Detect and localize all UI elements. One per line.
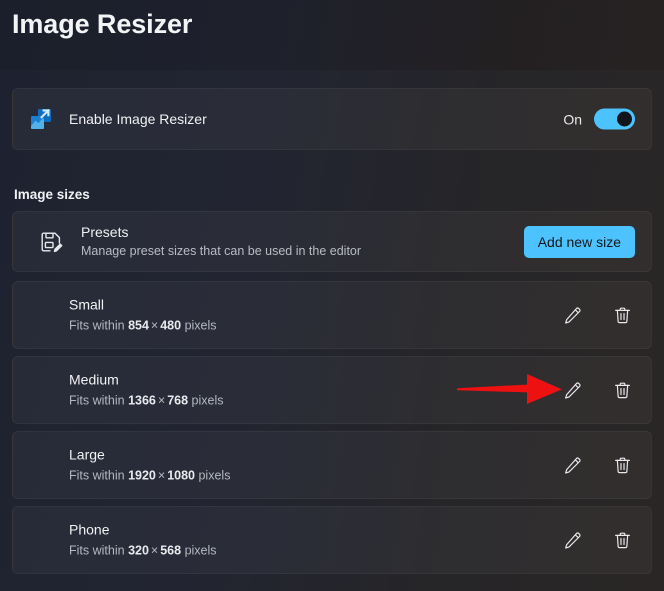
- preset-size-text-group: Medium Fits within 1366×768 pixels: [69, 371, 224, 410]
- presets-card: Presets Manage preset sizes that can be …: [12, 211, 652, 272]
- image-resizer-app-icon: [29, 107, 53, 131]
- enable-image-resizer-label: Enable Image Resizer: [69, 111, 207, 127]
- preset-size-text-group: Phone Fits within 320×568 pixels: [69, 521, 217, 560]
- preset-size-text-group: Small Fits within 854×480 pixels: [69, 296, 217, 335]
- preset-size-name: Medium: [69, 371, 224, 389]
- preset-size-row-small: Small Fits within 854×480 pixels: [12, 281, 652, 349]
- dimension-separator: ×: [156, 469, 167, 483]
- preset-height-value: 568: [160, 544, 181, 558]
- fits-within-label: Fits within: [69, 319, 125, 333]
- edit-preset-button-medium[interactable]: [557, 375, 587, 405]
- dimension-separator: ×: [149, 319, 160, 333]
- presets-subtitle: Manage preset sizes that can be used in …: [81, 243, 361, 260]
- toggle-state-label: On: [563, 111, 582, 127]
- edit-preset-button-large[interactable]: [557, 450, 587, 480]
- enable-image-resizer-card: Enable Image Resizer On: [12, 88, 652, 150]
- enable-image-resizer-toggle[interactable]: [594, 109, 635, 130]
- preset-size-name: Large: [69, 446, 230, 464]
- preset-height-value: 480: [160, 319, 181, 333]
- dimension-separator: ×: [156, 394, 167, 408]
- dimension-separator: ×: [149, 544, 160, 558]
- preset-size-dimensions: Fits within 1920×1080 pixels: [69, 467, 230, 485]
- pixels-label: pixels: [185, 544, 217, 558]
- preset-size-row-large: Large Fits within 1920×1080 pixels: [12, 431, 652, 499]
- preset-size-dimensions: Fits within 854×480 pixels: [69, 317, 217, 335]
- fits-within-label: Fits within: [69, 469, 125, 483]
- presets-text-group: Presets Manage preset sizes that can be …: [81, 224, 361, 260]
- preset-size-row-phone: Phone Fits within 320×568 pixels: [12, 506, 652, 574]
- preset-size-text-group: Large Fits within 1920×1080 pixels: [69, 446, 230, 485]
- delete-preset-button-small[interactable]: [607, 300, 637, 330]
- edit-preset-button-small[interactable]: [557, 300, 587, 330]
- save-edit-icon: [39, 230, 63, 254]
- preset-size-name: Phone: [69, 521, 217, 539]
- add-new-size-button[interactable]: Add new size: [524, 226, 635, 258]
- preset-width-value: 854: [128, 319, 149, 333]
- delete-preset-button-medium[interactable]: [607, 375, 637, 405]
- preset-size-name: Small: [69, 296, 217, 314]
- toggle-knob: [617, 112, 632, 127]
- enable-toggle-group: On: [563, 109, 635, 130]
- preset-row-actions: [557, 450, 637, 480]
- settings-content: Enable Image Resizer On Image sizes: [0, 70, 664, 591]
- pixels-label: pixels: [192, 394, 224, 408]
- preset-size-dimensions: Fits within 1366×768 pixels: [69, 392, 224, 410]
- preset-size-dimensions: Fits within 320×568 pixels: [69, 542, 217, 560]
- preset-row-actions: [557, 525, 637, 555]
- preset-width-value: 1366: [128, 394, 156, 408]
- pixels-label: pixels: [198, 469, 230, 483]
- fits-within-label: Fits within: [69, 544, 125, 558]
- preset-width-value: 1920: [128, 469, 156, 483]
- presets-title: Presets: [81, 224, 361, 241]
- pixels-label: pixels: [185, 319, 217, 333]
- edit-preset-button-phone[interactable]: [557, 525, 587, 555]
- delete-preset-button-phone[interactable]: [607, 525, 637, 555]
- preset-height-value: 768: [167, 394, 188, 408]
- preset-size-row-medium: Medium Fits within 1366×768 pixels: [12, 356, 652, 424]
- fits-within-label: Fits within: [69, 394, 125, 408]
- page-header: Image Resizer: [0, 0, 664, 70]
- preset-row-actions: [557, 375, 637, 405]
- delete-preset-button-large[interactable]: [607, 450, 637, 480]
- page-title: Image Resizer: [12, 9, 192, 40]
- preset-height-value: 1080: [167, 469, 195, 483]
- preset-width-value: 320: [128, 544, 149, 558]
- preset-row-actions: [557, 300, 637, 330]
- settings-page: Image Resizer Enable Image Resizer On: [0, 0, 664, 591]
- image-sizes-heading: Image sizes: [14, 187, 90, 202]
